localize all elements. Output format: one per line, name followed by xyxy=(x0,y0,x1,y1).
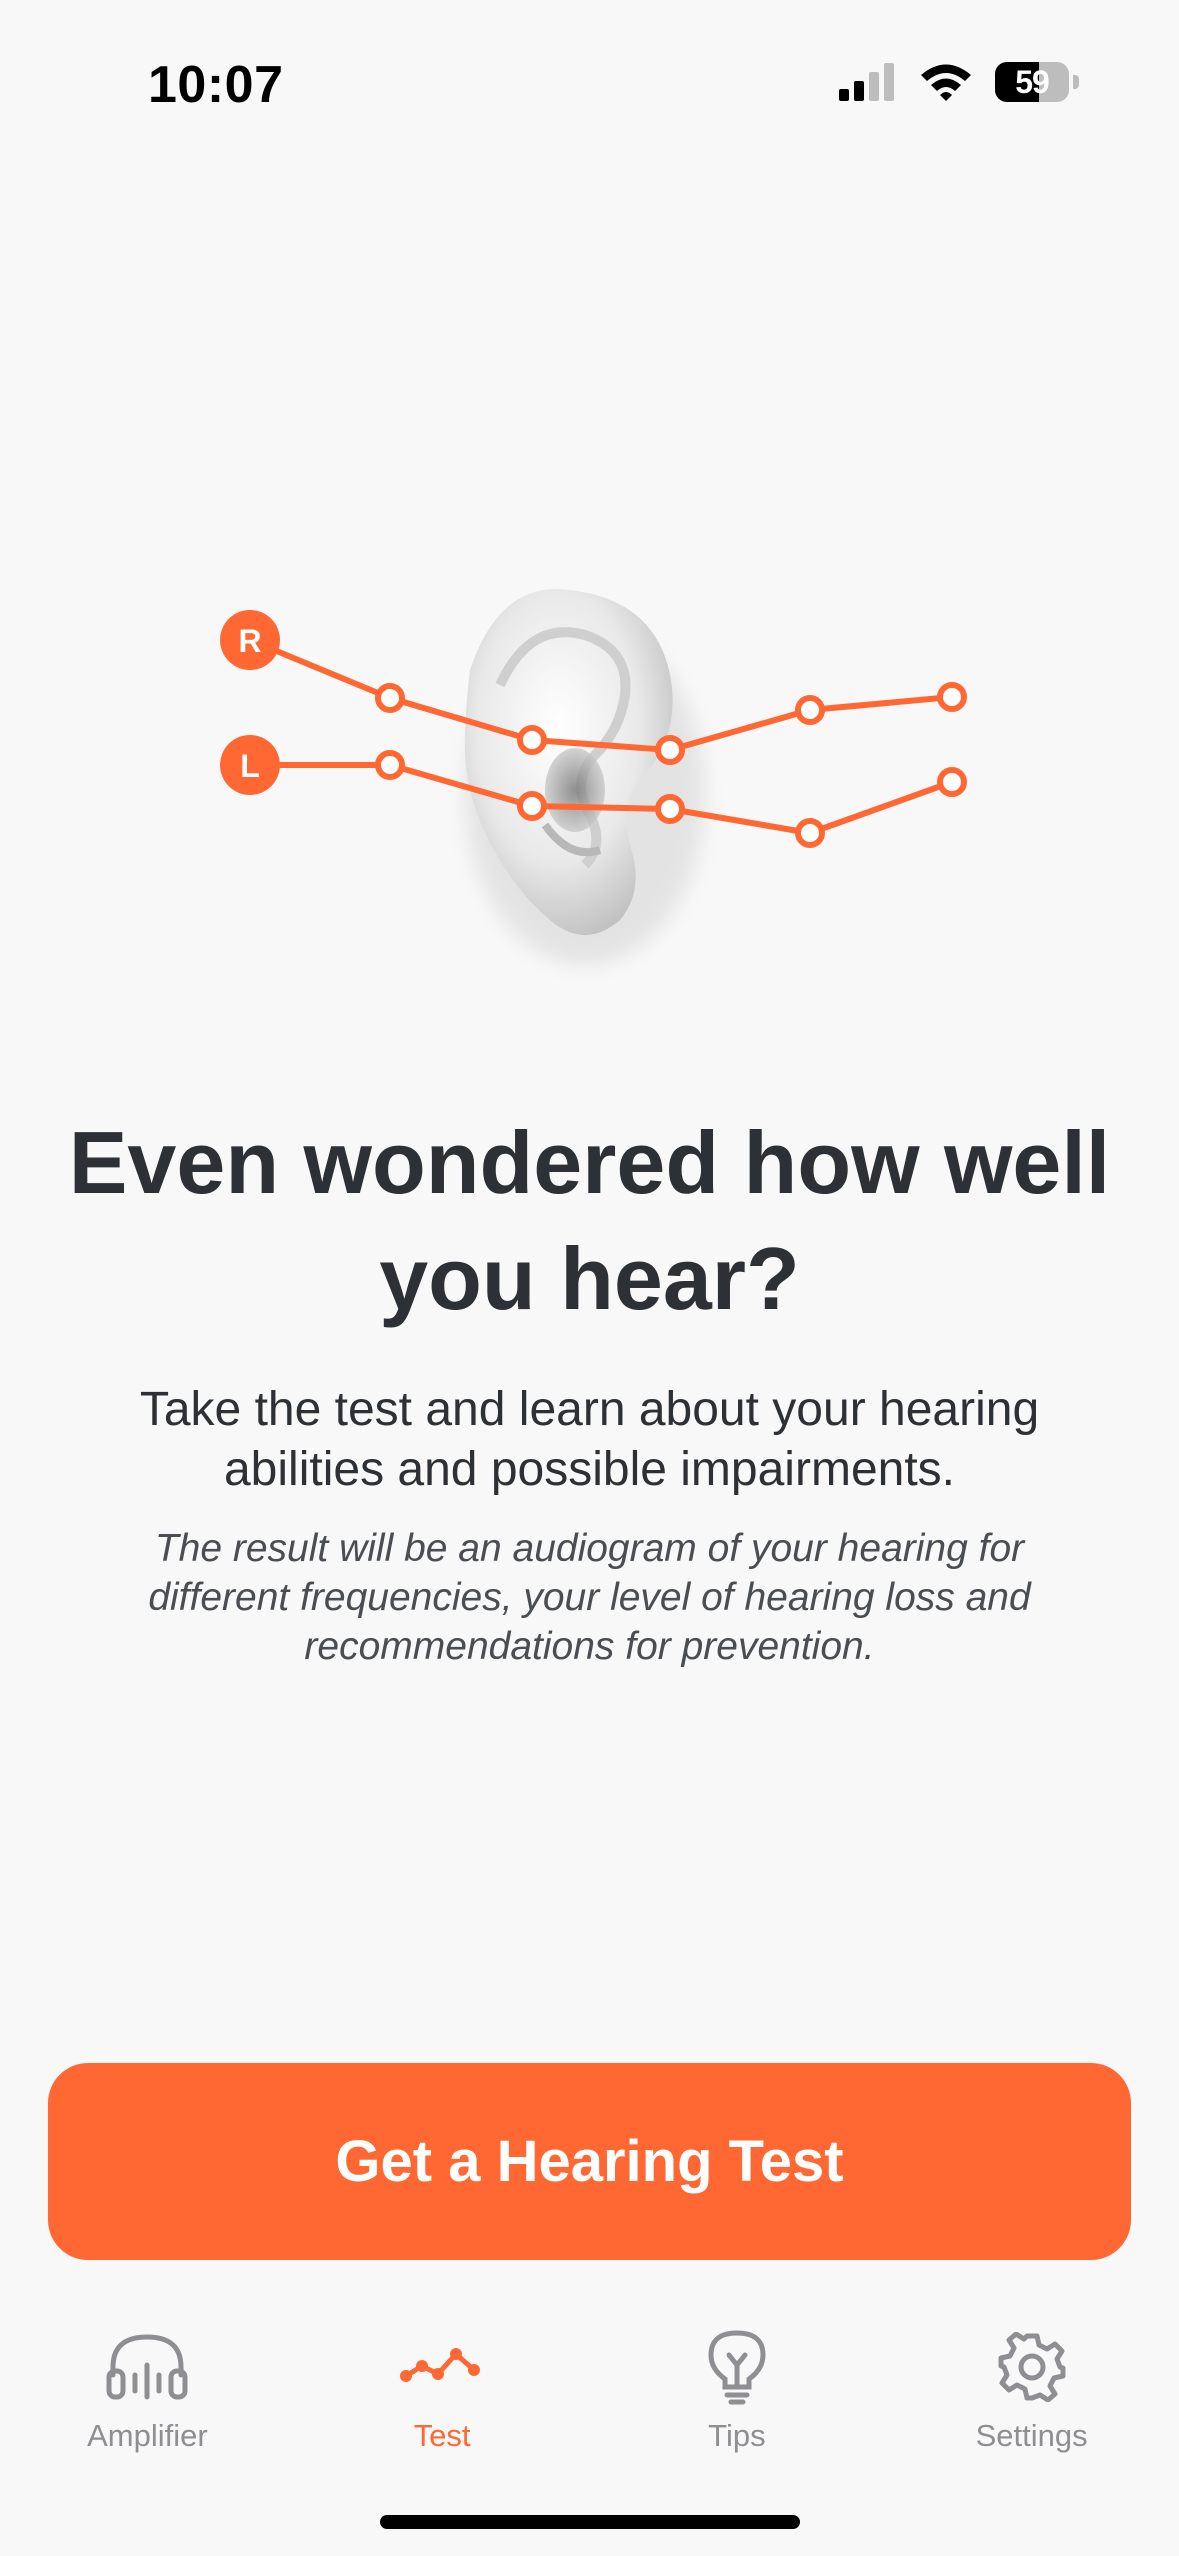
lightbulb-icon xyxy=(692,2322,782,2412)
result-note: The result will be an audiogram of your … xyxy=(148,1527,1031,1668)
tab-tips[interactable]: Tips xyxy=(590,2310,885,2460)
wifi-icon xyxy=(921,64,971,101)
ear-icon xyxy=(464,589,705,965)
left-ear-marker: L xyxy=(240,748,260,784)
battery-level: 59 xyxy=(1015,63,1050,100)
right-ear-marker: R xyxy=(238,623,261,659)
get-hearing-test-button[interactable]: Get a Hearing Test xyxy=(48,2063,1131,2260)
subtitle: Take the test and learn about your heari… xyxy=(139,1383,1040,1496)
headline: Even wondered how well you hear? xyxy=(68,1113,1111,1328)
tab-amplifier[interactable]: Amplifier xyxy=(0,2310,295,2460)
tab-label-test: Test xyxy=(413,2418,471,2453)
status-time: 10:07 xyxy=(148,56,284,114)
status-icons: 59 xyxy=(839,62,1079,102)
status-bar: 10:07 59 xyxy=(0,0,1179,170)
tab-settings[interactable]: Settings xyxy=(884,2310,1179,2460)
tab-label-tips: Tips xyxy=(708,2418,766,2453)
gear-icon xyxy=(987,2322,1077,2412)
tab-bar: Amplifier Test Tips Settings xyxy=(0,2310,1179,2460)
headphones-icon xyxy=(102,2322,192,2412)
cellular-signal-icon xyxy=(839,63,894,101)
tab-label-settings: Settings xyxy=(975,2418,1088,2453)
battery-icon: 59 xyxy=(995,62,1069,102)
tab-test[interactable]: Test xyxy=(295,2310,590,2460)
battery-cap xyxy=(1073,75,1079,89)
tab-label-amplifier: Amplifier xyxy=(87,2418,208,2453)
home-indicator[interactable] xyxy=(380,2515,800,2529)
test-graph-icon xyxy=(397,2322,487,2412)
audiogram-illustration: R L xyxy=(220,589,967,965)
